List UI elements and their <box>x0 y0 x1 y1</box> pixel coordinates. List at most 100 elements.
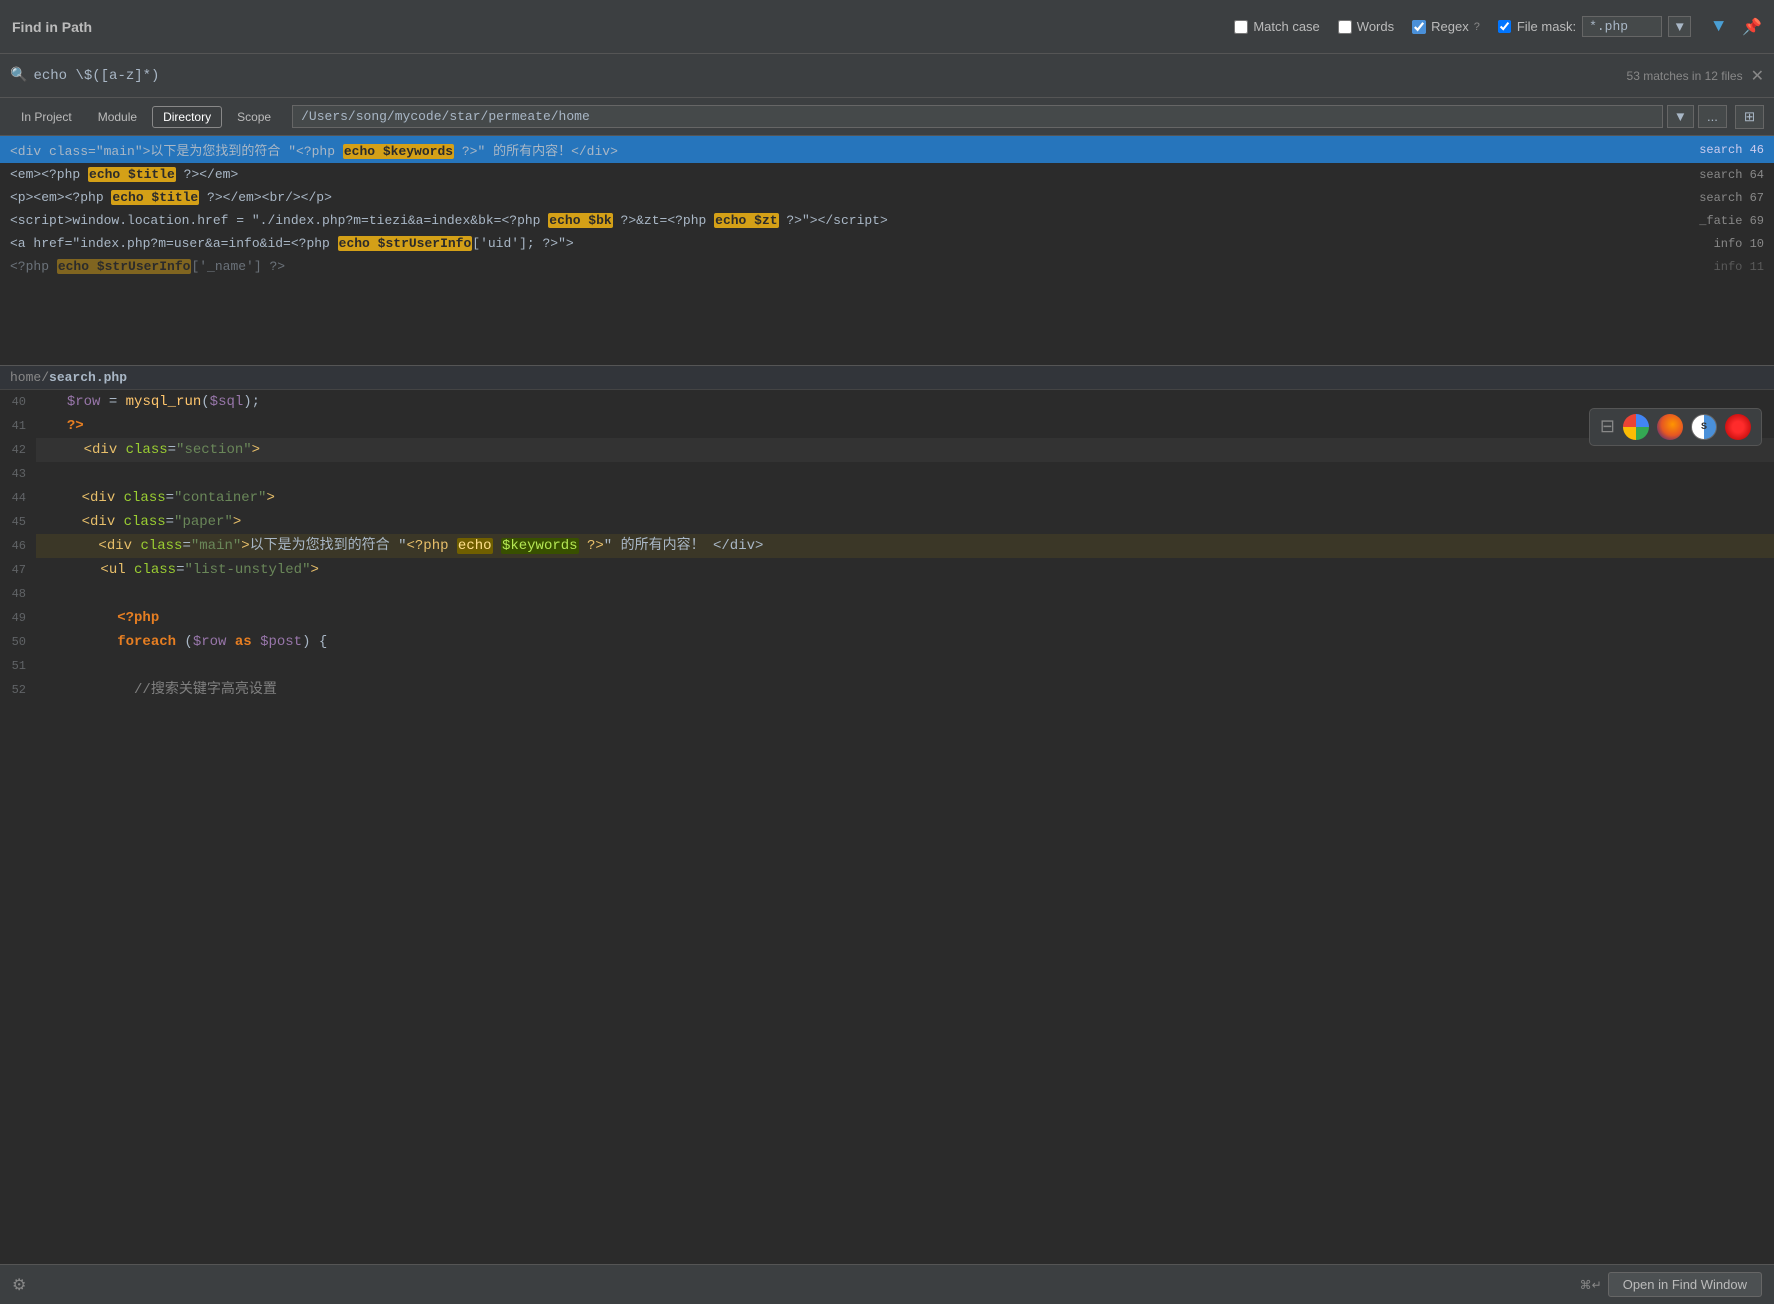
code-editor-container: 40 $row = mysql_run($sql); 41 ?> 42 <div… <box>0 390 1774 1304</box>
pin-icon[interactable]: 📌 <box>1742 17 1762 37</box>
result-code: <?php echo $strUserInfo['_name'] ?> <box>10 259 1704 274</box>
result-meta: info 10 <box>1714 237 1764 251</box>
line-content: <div class="container"> <box>40 486 1774 510</box>
tab-module[interactable]: Module <box>87 106 148 128</box>
line-number: 42 <box>0 438 36 462</box>
match-case-option[interactable]: Match case <box>1234 19 1319 34</box>
line-number: 48 <box>0 582 36 606</box>
line-number: 52 <box>0 678 36 702</box>
words-checkbox[interactable] <box>1338 20 1352 34</box>
scope-bar: In Project Module Directory Scope ▼ ... … <box>0 98 1774 136</box>
line-content: //搜索关键字高亮设置 <box>42 678 1774 702</box>
code-line-41: 41 ?> <box>0 414 1774 438</box>
line-number: 50 <box>0 630 36 654</box>
result-row[interactable]: <?php echo $strUserInfo['_name'] ?> info… <box>0 255 1774 278</box>
find-in-path-title: Find in Path <box>12 19 92 35</box>
gear-icon[interactable]: ⚙ <box>12 1275 26 1295</box>
line-number: 44 <box>0 486 36 510</box>
clear-search-icon[interactable]: ✕ <box>1751 66 1764 86</box>
regex-help-icon[interactable]: ? <box>1474 21 1480 33</box>
file-mask-checkbox[interactable] <box>1498 20 1511 33</box>
browser-icons-panel: ⊟ S <box>1589 408 1762 446</box>
directory-input-container: ▼ ... ⊞ <box>292 105 1764 129</box>
code-line-46: 46 <div class="main">以下是为您找到的符合 "<?php e… <box>0 534 1774 558</box>
line-number: 51 <box>0 654 36 678</box>
result-meta: search 64 <box>1699 168 1764 182</box>
firefox-icon[interactable] <box>1657 414 1683 440</box>
filter-icon[interactable]: ▼ <box>1713 17 1724 37</box>
directory-more-btn[interactable]: ... <box>1698 105 1727 128</box>
results-panel[interactable]: <div class="main">以下是为您找到的符合 "<?php echo… <box>0 136 1774 366</box>
result-meta: _fatie 69 <box>1699 214 1764 228</box>
regex-option[interactable]: Regex ? <box>1412 19 1480 34</box>
line-content: <div class="paper"> <box>40 510 1774 534</box>
regex-checkbox[interactable] <box>1412 20 1426 34</box>
result-meta: search 46 <box>1699 143 1764 157</box>
code-line-43: 43 <box>0 462 1774 486</box>
match-case-checkbox[interactable] <box>1234 20 1248 34</box>
match-case-label: Match case <box>1253 19 1319 34</box>
match-count: 53 matches in 12 files <box>1627 69 1743 83</box>
file-mask-section: File mask: ▼ <box>1498 16 1691 37</box>
result-code: <p><em><?php echo $title ?></em><br/></p… <box>10 190 1689 205</box>
top-bar: Find in Path Match case Words Regex ? Fi… <box>0 0 1774 54</box>
code-line-40: 40 $row = mysql_run($sql); <box>0 390 1774 414</box>
layout-icon-btn[interactable]: ⊞ <box>1735 105 1764 129</box>
tab-in-project[interactable]: In Project <box>10 106 83 128</box>
result-code: <em><?php echo $title ?></em> <box>10 167 1689 182</box>
result-code: <script>window.location.href = "./index.… <box>10 213 1689 228</box>
code-lines: 40 $row = mysql_run($sql); 41 ?> 42 <div… <box>0 390 1774 702</box>
result-code: <a href="index.php?m=user&a=info&id=<?ph… <box>10 236 1704 251</box>
directory-dropdown-btn[interactable]: ▼ <box>1667 105 1694 128</box>
edit-run-icon[interactable]: ⊟ <box>1600 416 1615 438</box>
result-row[interactable]: <script>window.location.href = "./index.… <box>0 209 1774 232</box>
search-input[interactable] <box>33 68 1626 84</box>
file-path-filename: search.php <box>49 370 127 385</box>
line-number: 43 <box>0 462 36 486</box>
search-bar: 🔍 53 matches in 12 files ✕ <box>0 54 1774 98</box>
result-meta: search 67 <box>1699 191 1764 205</box>
line-content: foreach ($row as $post) { <box>42 630 1774 654</box>
file-path-bar: home/search.php <box>0 366 1774 390</box>
code-line-45: 45 <div class="paper"> <box>0 510 1774 534</box>
line-content: <div class="section"> <box>42 438 1774 462</box>
bottom-bar: ⚙ ⌘↵ Open in Find Window <box>0 1264 1774 1304</box>
result-row[interactable]: <a href="index.php?m=user&a=info&id=<?ph… <box>0 232 1774 255</box>
line-content: <ul class="list-unstyled"> <box>42 558 1774 582</box>
safari-icon[interactable]: S <box>1691 414 1717 440</box>
regex-label: Regex <box>1431 19 1469 34</box>
result-meta: info 11 <box>1714 260 1764 274</box>
line-number: 49 <box>0 606 36 630</box>
result-row[interactable]: <div class="main">以下是为您找到的符合 "<?php echo… <box>0 136 1774 163</box>
line-content: <div class="main">以下是为您找到的符合 "<?php echo… <box>40 534 1774 558</box>
line-content: <?php <box>42 606 1774 630</box>
code-line-48: 48 <box>0 582 1774 606</box>
code-line-51: 51 <box>0 654 1774 678</box>
file-mask-dropdown-btn[interactable]: ▼ <box>1668 16 1691 37</box>
toolbar-options: Match case Words Regex ? File mask: ▼ ▼ … <box>1234 16 1762 37</box>
code-line-50: 50 foreach ($row as $post) { <box>0 630 1774 654</box>
file-mask-input[interactable] <box>1582 16 1662 37</box>
code-line-49: 49 <?php <box>0 606 1774 630</box>
code-line-52: 52 //搜索关键字高亮设置 <box>0 678 1774 702</box>
directory-input[interactable] <box>292 105 1663 128</box>
tab-scope[interactable]: Scope <box>226 106 282 128</box>
words-option[interactable]: Words <box>1338 19 1394 34</box>
open-find-window-button[interactable]: Open in Find Window <box>1608 1272 1762 1297</box>
line-number: 41 <box>0 414 36 438</box>
result-code: <div class="main">以下是为您找到的符合 "<?php echo… <box>10 140 1689 159</box>
result-row[interactable]: <em><?php echo $title ?></em> search 64 <box>0 163 1774 186</box>
code-line-44: 44 <div class="container"> <box>0 486 1774 510</box>
result-row[interactable]: <p><em><?php echo $title ?></em><br/></p… <box>0 186 1774 209</box>
shortcut-keys: ⌘↵ <box>1580 1278 1602 1292</box>
opera-icon[interactable] <box>1725 414 1751 440</box>
search-icon: 🔍 <box>10 67 27 84</box>
line-content: ?> <box>42 414 1774 438</box>
code-editor: 40 $row = mysql_run($sql); 41 ?> 42 <div… <box>0 390 1774 702</box>
words-label: Words <box>1357 19 1394 34</box>
line-content: $row = mysql_run($sql); <box>42 390 1774 414</box>
file-path-prefix: home/ <box>10 370 49 385</box>
tab-directory[interactable]: Directory <box>152 106 222 128</box>
chrome-icon[interactable] <box>1623 414 1649 440</box>
line-number: 47 <box>0 558 36 582</box>
